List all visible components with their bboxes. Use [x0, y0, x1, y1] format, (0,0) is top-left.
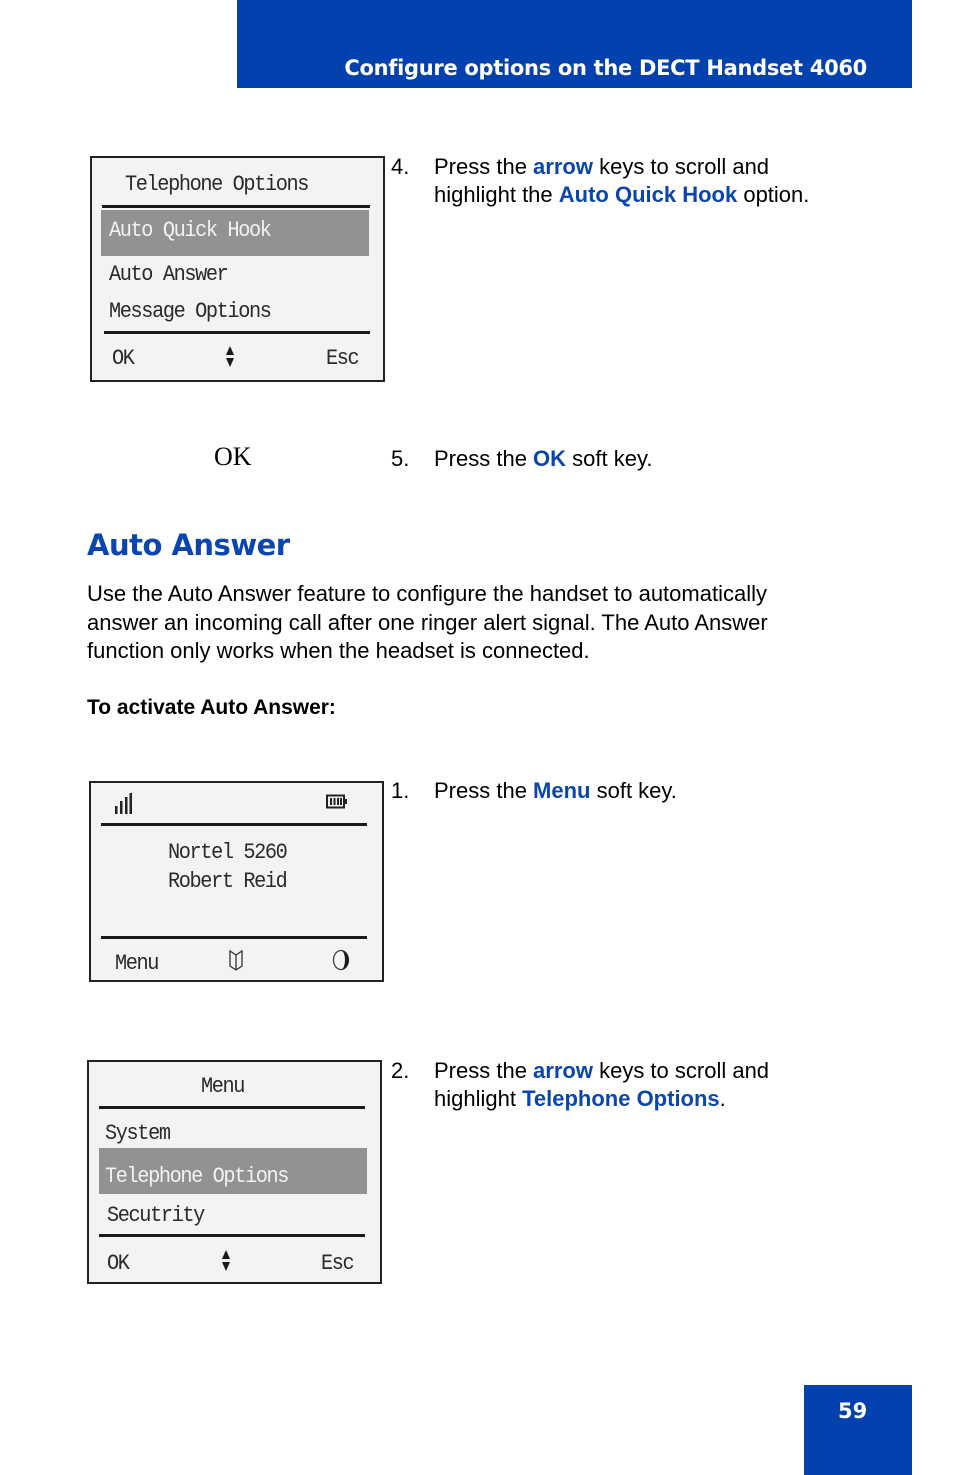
- divider: [101, 823, 367, 826]
- step-4: 4. Press the arrow keys to scroll and hi…: [391, 153, 861, 213]
- highlighted-item: Auto Quick Hook: [101, 210, 369, 256]
- text: .: [719, 1086, 726, 1111]
- handset-screen-menu: Menu System Telephone Options Secutrity …: [87, 1060, 382, 1284]
- contrast-icon: [332, 949, 350, 971]
- text: soft key.: [590, 778, 677, 803]
- step-1: 1. Press the Menu soft key.: [391, 777, 861, 807]
- handset-screen-telephone-options: Telephone Options Auto Quick Hook Auto A…: [90, 156, 385, 382]
- chapter-title: Configure options on the DECT Handset 40…: [344, 56, 867, 80]
- menu-item-system: System: [105, 1121, 171, 1146]
- divider: [99, 1106, 365, 1109]
- text: keys to scroll and: [592, 1058, 770, 1083]
- step-text: Press the OK soft key.: [434, 445, 652, 473]
- menu-item-auto-answer: Auto Answer: [109, 262, 229, 287]
- keyword-auto-quick-hook: Auto Quick Hook: [558, 182, 738, 207]
- keyword-telephone-options: Telephone Options: [522, 1086, 720, 1111]
- keyword-ok: OK: [533, 446, 567, 471]
- step-text-line1: Press the arrow keys to scroll and: [434, 1057, 769, 1085]
- text: highlight: [434, 1086, 523, 1111]
- softkey-ok: OK: [107, 1251, 130, 1276]
- highlighted-item: Telephone Options: [99, 1148, 367, 1194]
- divider: [102, 205, 370, 208]
- ok-softkey-graphic: OK: [214, 442, 252, 471]
- keyword-arrow: arrow: [533, 154, 593, 179]
- text: highlight the: [434, 182, 559, 207]
- menu-item-security: Secutrity: [107, 1203, 205, 1228]
- handset-model-line: Nortel 5260: [168, 840, 288, 865]
- text: Press the: [434, 778, 534, 803]
- divider: [104, 331, 370, 334]
- screen-title: Telephone Options: [125, 172, 309, 197]
- page-number-box: 59: [804, 1385, 912, 1475]
- paragraph-line: function only works when the headset is …: [87, 638, 590, 663]
- text: Press the: [434, 1058, 534, 1083]
- handset-screen-idle: Nortel 5260 Robert Reid Menu: [89, 781, 384, 982]
- section-paragraph: Use the Auto Answer feature to configure…: [87, 580, 867, 666]
- procedure-heading: To activate Auto Answer:: [87, 696, 336, 719]
- step-number: 2.: [391, 1058, 410, 1083]
- text: option.: [737, 182, 810, 207]
- step-number: 5.: [391, 446, 410, 471]
- up-down-arrow-icon: [226, 346, 234, 367]
- text: Press the: [434, 446, 534, 471]
- softkey-esc: Esc: [326, 346, 360, 371]
- directory-book-icon: [229, 949, 243, 971]
- text: keys to scroll and: [592, 154, 770, 179]
- step-number: 4.: [391, 154, 410, 179]
- menu-item-telephone-options: Telephone Options: [105, 1164, 289, 1189]
- paragraph-line: Use the Auto Answer feature to configure…: [87, 581, 767, 606]
- text: Press the: [434, 154, 534, 179]
- paragraph-line: answer an incoming call after one ringer…: [87, 609, 768, 635]
- header-bar: Configure options on the DECT Handset 40…: [237, 0, 912, 88]
- softkey-ok: OK: [112, 346, 135, 371]
- step-text-line2: highlight the Auto Quick Hook option.: [434, 181, 809, 209]
- step-2: 2. Press the arrow keys to scroll and hi…: [391, 1057, 861, 1117]
- section-title: Auto Answer: [87, 528, 290, 562]
- step-text-line1: Press the arrow keys to scroll and: [434, 153, 769, 181]
- keyword-arrow: arrow: [533, 1058, 593, 1083]
- step-text: Press the Menu soft key.: [434, 777, 677, 805]
- text: soft key.: [566, 446, 653, 471]
- softkey-menu: Menu: [115, 951, 159, 976]
- softkey-esc: Esc: [321, 1251, 355, 1276]
- step-number: 1.: [391, 778, 410, 803]
- divider: [101, 936, 367, 939]
- step-5: 5. Press the OK soft key.: [391, 445, 861, 475]
- screen-title: Menu: [201, 1074, 245, 1099]
- keyword-menu: Menu: [533, 778, 591, 803]
- menu-item-auto-quick-hook: Auto Quick Hook: [109, 218, 272, 243]
- page-number: 59: [838, 1399, 868, 1423]
- menu-item-message-options: Message Options: [109, 299, 272, 324]
- divider: [99, 1234, 365, 1237]
- up-down-arrow-icon: [222, 1250, 230, 1271]
- battery-full-icon: [326, 794, 347, 809]
- signal-strength-icon: [115, 793, 132, 814]
- user-name-line: Robert Reid: [168, 869, 288, 894]
- step-text-line2: highlight Telephone Options.: [434, 1085, 726, 1113]
